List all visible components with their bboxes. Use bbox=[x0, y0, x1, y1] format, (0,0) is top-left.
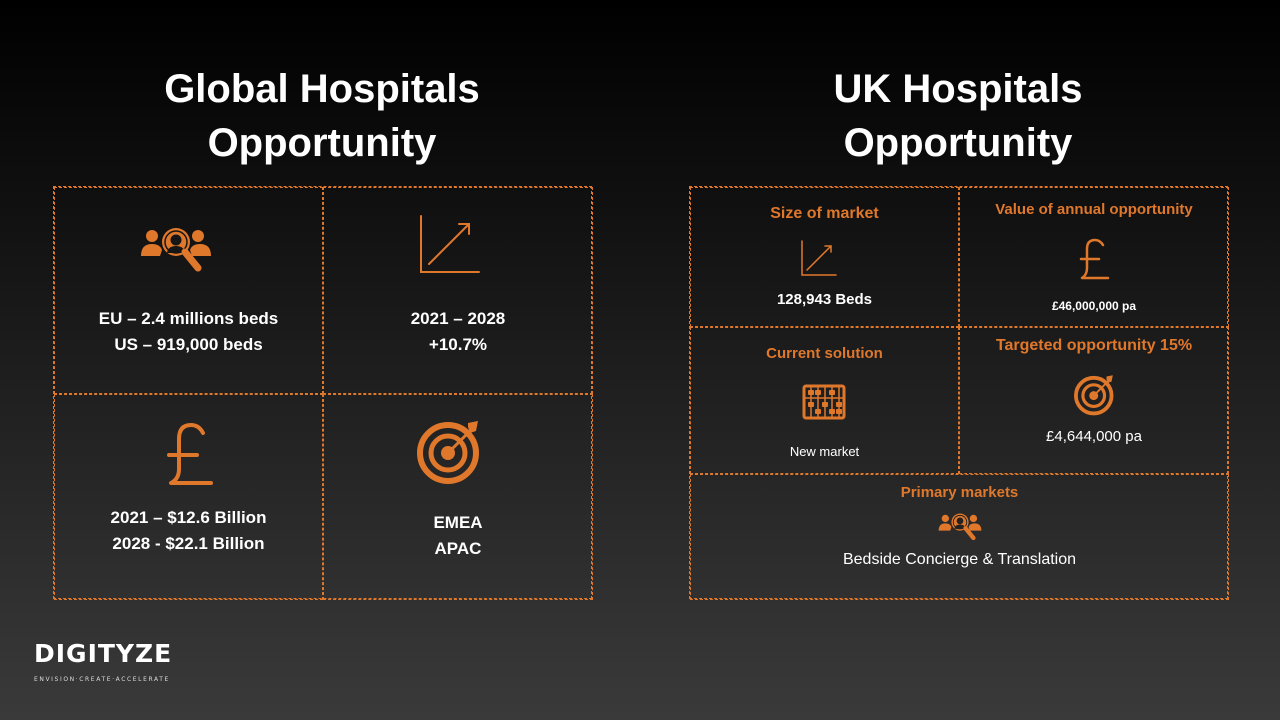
global-title-line1: Global Hospitals bbox=[164, 67, 480, 111]
global-beds-cell: EU – 2.4 millions beds US – 919,000 beds bbox=[54, 187, 323, 394]
global-value-text: 2021 – $12.6 Billion 2028 - $22.1 Billio… bbox=[55, 505, 322, 557]
target-icon bbox=[1073, 375, 1114, 416]
global-value-2028: 2028 - $22.1 Billion bbox=[112, 534, 265, 553]
uk-annual-value: £46,000,000 pa bbox=[1051, 299, 1137, 313]
uk-annual-cell: Value of annual opportunity £46,000,000 … bbox=[959, 187, 1229, 327]
uk-title-line2: Opportunity bbox=[843, 121, 1073, 165]
people-search-icon bbox=[938, 513, 982, 541]
growth-chart-icon bbox=[801, 240, 837, 276]
uk-current-cell: Current solution New market bbox=[690, 327, 959, 474]
uk-size-cell: Size of market 128,943 Beds bbox=[690, 187, 959, 327]
global-growth-rate: +10.7% bbox=[428, 335, 488, 354]
uk-targeted-label: Targeted opportunity 15% bbox=[995, 337, 1193, 354]
growth-chart-icon bbox=[420, 215, 480, 273]
people-search-icon bbox=[141, 228, 211, 272]
global-growth-cell: 2021 – 2028 +10.7% bbox=[323, 187, 593, 394]
global-value-2021: 2021 – $12.6 Billion bbox=[110, 508, 267, 527]
uk-targeted-cell: Targeted opportunity 15% £4,644,000 pa bbox=[959, 327, 1229, 474]
abacus-icon bbox=[802, 384, 846, 420]
global-beds-us: US – 919,000 beds bbox=[114, 335, 263, 354]
global-title-line2: Opportunity bbox=[207, 121, 437, 165]
global-growth-text: 2021 – 2028 +10.7% bbox=[324, 306, 592, 358]
global-beds-text: EU – 2.4 millions beds US – 919,000 beds bbox=[55, 306, 322, 358]
uk-primary-cell: Primary markets Bedside Concierge & Tran… bbox=[690, 474, 1229, 600]
uk-annual-label: Value of annual opportunity bbox=[995, 201, 1193, 218]
uk-title: UK Hospitals Opportunity bbox=[688, 62, 1228, 170]
global-region-emea: EMEA bbox=[433, 513, 483, 532]
global-region-apac: APAC bbox=[434, 539, 482, 558]
uk-current-value: New market bbox=[789, 444, 860, 459]
digityze-logo: DIGITYZE ENVISION·CREATE·ACCELERATE bbox=[34, 639, 173, 684]
uk-title-line1: UK Hospitals bbox=[833, 67, 1083, 111]
uk-primary-value: Bedside Concierge & Translation bbox=[842, 551, 1077, 568]
uk-grid: Size of market 128,943 Beds Value of ann… bbox=[689, 186, 1229, 600]
uk-primary-label: Primary markets bbox=[900, 484, 1019, 501]
global-growth-years: 2021 – 2028 bbox=[410, 309, 506, 328]
logo-tagline: ENVISION·CREATE·ACCELERATE bbox=[34, 676, 170, 683]
pound-icon bbox=[1079, 238, 1110, 280]
uk-current-label: Current solution bbox=[766, 345, 883, 362]
global-title: Global Hospitals Opportunity bbox=[52, 62, 592, 170]
global-value-cell: 2021 – $12.6 Billion 2028 - $22.1 Billio… bbox=[54, 394, 323, 600]
logo-name: DIGITYZE bbox=[34, 639, 173, 668]
global-beds-eu: EU – 2.4 millions beds bbox=[98, 309, 279, 328]
uk-size-label: Size of market bbox=[770, 205, 879, 222]
uk-size-value: 128,943 Beds bbox=[776, 291, 873, 308]
target-icon bbox=[417, 421, 479, 484]
uk-targeted-value: £4,644,000 pa bbox=[1046, 428, 1142, 445]
global-grid: EU – 2.4 millions beds US – 919,000 beds… bbox=[53, 186, 593, 600]
pound-icon bbox=[167, 423, 213, 485]
global-region-cell: EMEA APAC bbox=[323, 394, 593, 600]
global-region-text: EMEA APAC bbox=[324, 510, 592, 562]
